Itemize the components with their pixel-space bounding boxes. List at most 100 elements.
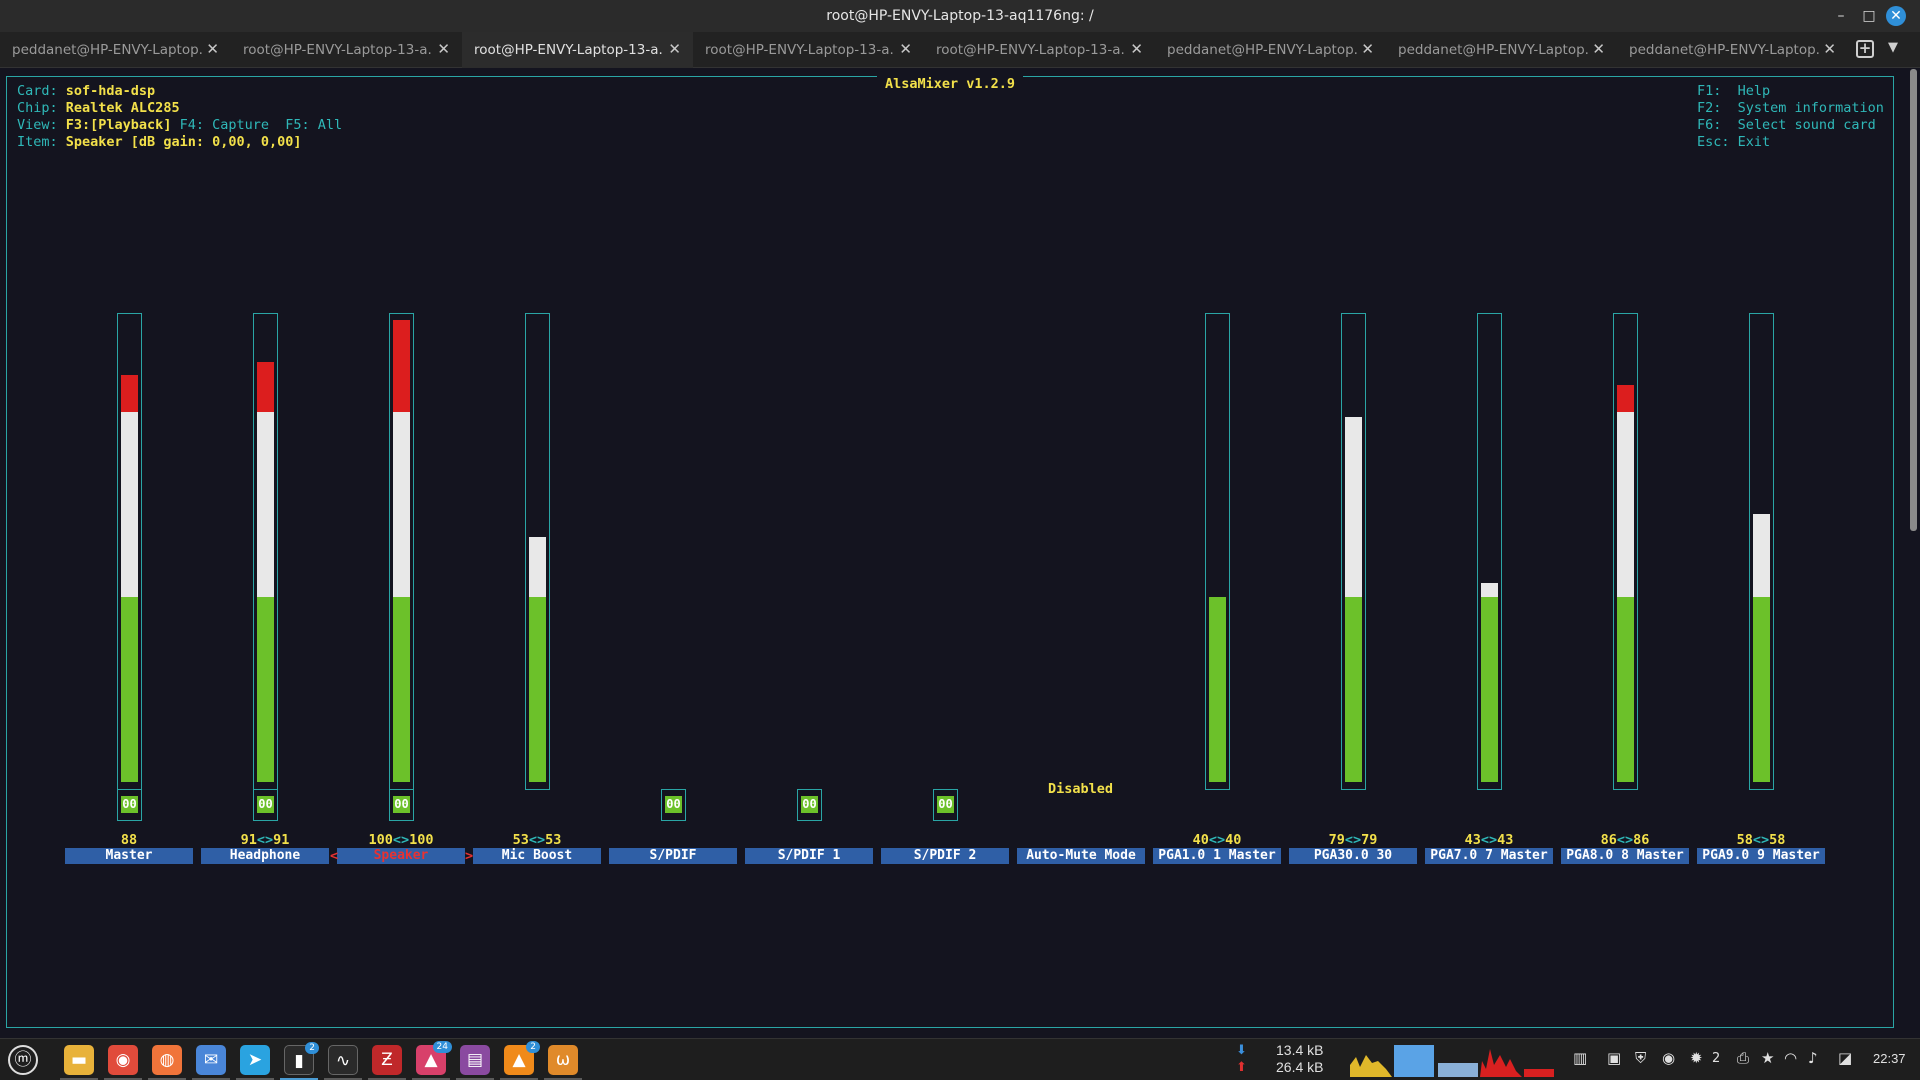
volume-level-fill xyxy=(529,597,546,782)
chrome-icon[interactable]: ◉ xyxy=(108,1045,138,1075)
mute-toggle[interactable]: 00 xyxy=(797,789,822,821)
mute-state: 00 xyxy=(665,796,682,813)
intel-icon[interactable]: ◉ xyxy=(1662,1049,1675,1067)
firefox-icon[interactable]: ◍ xyxy=(152,1045,182,1075)
control-name-headphone[interactable]: Headphone xyxy=(201,848,329,864)
terminal-tab[interactable]: peddanet@HP-ENVY-Laptop... ✕ xyxy=(1155,32,1386,68)
tab-menu-chevron-icon[interactable]: ▼ xyxy=(1888,40,1898,55)
control-name-speaker[interactable]: Speaker xyxy=(337,848,465,864)
card-info: Card: sof-hda-dsp xyxy=(17,83,156,99)
control-name-auto-mute-mode[interactable]: Auto-Mute Mode xyxy=(1017,848,1145,864)
volume-icon[interactable]: ♪ xyxy=(1808,1049,1818,1067)
clock[interactable]: 22:37 xyxy=(1873,1051,1906,1066)
volume-level-fill xyxy=(393,597,410,782)
tab-close-icon[interactable]: ✕ xyxy=(899,40,912,58)
control-name-pga8-0-8-master[interactable]: PGA8.0 8 Master xyxy=(1561,848,1689,864)
mute-state: 00 xyxy=(393,796,410,813)
telegram-icon[interactable]: ➤ xyxy=(240,1045,270,1075)
menu-icon[interactable]: ⓜ xyxy=(8,1045,38,1075)
control-name-pga30-0-30[interactable]: PGA30.0 30 xyxy=(1289,848,1417,864)
volume-bar[interactable] xyxy=(1205,313,1230,790)
window-titlebar: root@HP-ENVY-Laptop-13-aq1176ng: / – □ ✕ xyxy=(0,0,1920,32)
tab-close-icon[interactable]: ✕ xyxy=(1130,40,1143,58)
favorites-star-icon[interactable]: ★ xyxy=(1761,1049,1774,1067)
mute-toggle[interactable]: 00 xyxy=(389,789,414,821)
display-icon[interactable]: ◪ xyxy=(1838,1049,1852,1067)
card-value: sof-hda-dsp xyxy=(65,83,156,99)
terminal-tab[interactable]: peddanet@HP-ENVY-Laptop... ✕ xyxy=(1617,32,1848,68)
terminal-icon[interactable]: ▮ 2 xyxy=(284,1042,319,1075)
mute-state: 00 xyxy=(257,796,274,813)
shield-icon[interactable]: ⛨ xyxy=(1635,1049,1646,1067)
image-viewer-icon[interactable]: ▲ 24 xyxy=(416,1041,452,1075)
terminal-tab[interactable]: root@HP-ENVY-Laptop-13-a... ✕ xyxy=(462,32,693,68)
control-name-pga9-0-9-master[interactable]: PGA9.0 9 Master xyxy=(1697,848,1825,864)
key-system-info: F2: System information xyxy=(1697,100,1884,116)
mute-toggle[interactable]: 00 xyxy=(933,789,958,821)
tab-close-icon[interactable]: ✕ xyxy=(1592,40,1605,58)
volume-level-fill xyxy=(1345,597,1362,782)
volume-bar[interactable] xyxy=(389,313,414,790)
printer-icon[interactable]: ⎙ xyxy=(1737,1049,1749,1067)
scrollbar[interactable] xyxy=(1910,69,1917,531)
app-icon[interactable]: ω xyxy=(548,1045,578,1075)
volume-value: 88 xyxy=(120,832,138,848)
mute-toggle[interactable]: 00 xyxy=(661,789,686,821)
terminal-tab[interactable]: root@HP-ENVY-Laptop-13-a... ✕ xyxy=(231,32,462,68)
volume-value: 43<>43 xyxy=(1464,832,1514,848)
wifi-icon[interactable]: ◠ xyxy=(1784,1049,1797,1067)
terminal-tab[interactable]: peddanet@HP-ENVY-Laptop... ✕ xyxy=(1386,32,1617,68)
volume-bar[interactable] xyxy=(253,313,278,790)
mail-icon[interactable]: ✉ xyxy=(196,1045,226,1075)
tab-label: peddanet@HP-ENVY-Laptop... xyxy=(1167,42,1357,58)
volume-bar[interactable] xyxy=(525,313,550,790)
vlc-icon[interactable]: ▲ 2 xyxy=(504,1041,540,1075)
volume-level-fill xyxy=(121,597,138,782)
keyboard-layout-icon[interactable]: ▥ xyxy=(1573,1049,1587,1067)
control-name-mic-boost[interactable]: Mic Boost xyxy=(473,848,601,864)
notifications-icon[interactable]: ✹ xyxy=(1690,1049,1703,1067)
control-name-pga1-0-1-master[interactable]: PGA1.0 1 Master xyxy=(1153,848,1281,864)
tab-label: root@HP-ENVY-Laptop-13-a... xyxy=(243,42,433,58)
minimize-icon[interactable]: – xyxy=(1831,6,1851,26)
volume-bar[interactable] xyxy=(117,313,142,790)
system-monitor-icon[interactable]: ∿ xyxy=(328,1045,358,1075)
mute-state: 00 xyxy=(121,796,138,813)
terminal-tab[interactable]: peddanet@HP-ENVY-Laptop... ✕ xyxy=(0,32,231,68)
control-name-s-pdif-1[interactable]: S/PDIF 1 xyxy=(745,848,873,864)
volume-bar[interactable] xyxy=(1477,313,1502,790)
control-name-master[interactable]: Master xyxy=(65,848,193,864)
control-name-s-pdif[interactable]: S/PDIF xyxy=(609,848,737,864)
terminal-tab[interactable]: root@HP-ENVY-Laptop-13-a... ✕ xyxy=(693,32,924,68)
volume-bar[interactable] xyxy=(1341,313,1366,790)
memory-graph xyxy=(1394,1045,1434,1077)
terminal-tab[interactable]: root@HP-ENVY-Laptop-13-a... ✕ xyxy=(924,32,1155,68)
mute-toggle[interactable]: 00 xyxy=(253,789,278,821)
new-tab-icon[interactable]: + xyxy=(1856,40,1874,58)
tab-close-icon[interactable]: ✕ xyxy=(668,40,681,58)
clipboard-icon[interactable]: ▣ xyxy=(1607,1049,1621,1067)
volume-bar[interactable] xyxy=(1613,313,1638,790)
control-name-s-pdif-2[interactable]: S/PDIF 2 xyxy=(881,848,1009,864)
net-up-arrow-icon: ⬆ xyxy=(1236,1060,1247,1075)
mute-toggle[interactable]: 00 xyxy=(117,789,142,821)
volume-level-fill xyxy=(529,537,546,598)
files-icon[interactable]: ▬ xyxy=(64,1045,94,1075)
filezilla-icon[interactable]: Ƶ xyxy=(372,1045,402,1075)
tab-close-icon[interactable]: ✕ xyxy=(437,40,450,58)
net-down-arrow-icon: ⬇ xyxy=(1236,1043,1247,1058)
selection-right-marker: > xyxy=(465,848,474,864)
tab-close-icon[interactable]: ✕ xyxy=(1823,40,1836,58)
control-name-pga7-0-7-master[interactable]: PGA7.0 7 Master xyxy=(1425,848,1553,864)
volume-value: 40<>40 xyxy=(1192,832,1242,848)
close-icon[interactable]: ✕ xyxy=(1886,6,1906,26)
terminal-view[interactable]: AlsaMixer v1.2.9 Card: sof-hda-dsp Chip:… xyxy=(0,69,1920,1037)
alsamixer-title: AlsaMixer v1.2.9 xyxy=(877,76,1024,92)
tab-close-icon[interactable]: ✕ xyxy=(206,40,219,58)
taskbar: ⓜ ▬ ◉ ◍ ✉ ➤ ▮ 2 ∿ Ƶ ▲ 24 ▤ ▲ 2 ω ⬇ ⬆ 13.4 kB 26.4 kB ▥ … xyxy=(0,1038,1920,1080)
maximize-icon[interactable]: □ xyxy=(1859,6,1879,26)
tab-close-icon[interactable]: ✕ xyxy=(1361,40,1374,58)
key-select-card: F6: Select sound card xyxy=(1697,117,1876,133)
presentation-icon[interactable]: ▤ xyxy=(460,1045,490,1075)
volume-bar[interactable] xyxy=(1749,313,1774,790)
